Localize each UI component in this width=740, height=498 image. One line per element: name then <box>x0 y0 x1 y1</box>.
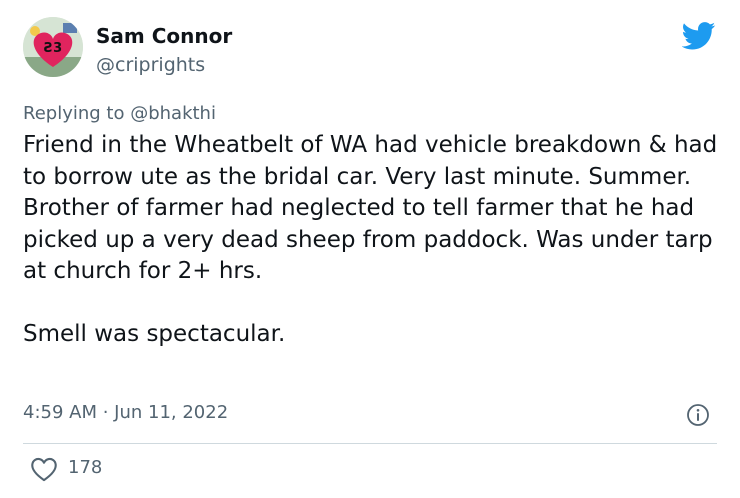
reply-mention-link[interactable]: @bhakthi <box>130 103 216 124</box>
tweet-card: Ƨ3 Sam Connor @criprights Replying to @b… <box>0 0 740 498</box>
replying-to-line: Replying to @bhakthi <box>23 103 216 124</box>
tweet-timestamp[interactable]: 4:59 AM · Jun 11, 2022 <box>23 402 228 423</box>
author-avatar[interactable]: Ƨ3 <box>23 17 83 77</box>
author-handle[interactable]: @criprights <box>96 54 205 76</box>
avatar-image: Ƨ3 <box>23 17 83 77</box>
heart-icon[interactable] <box>30 456 58 482</box>
like-count: 178 <box>68 457 103 478</box>
tweet-text: Friend in the Wheatbelt of WA had vehicl… <box>23 132 718 347</box>
divider <box>23 443 717 444</box>
avatar-badge-text: Ƨ3 <box>44 41 62 56</box>
info-icon[interactable] <box>686 403 710 427</box>
author-display-name[interactable]: Sam Connor <box>96 24 232 48</box>
replying-to-prefix: Replying to <box>23 103 131 124</box>
twitter-bird-icon[interactable] <box>682 22 716 50</box>
